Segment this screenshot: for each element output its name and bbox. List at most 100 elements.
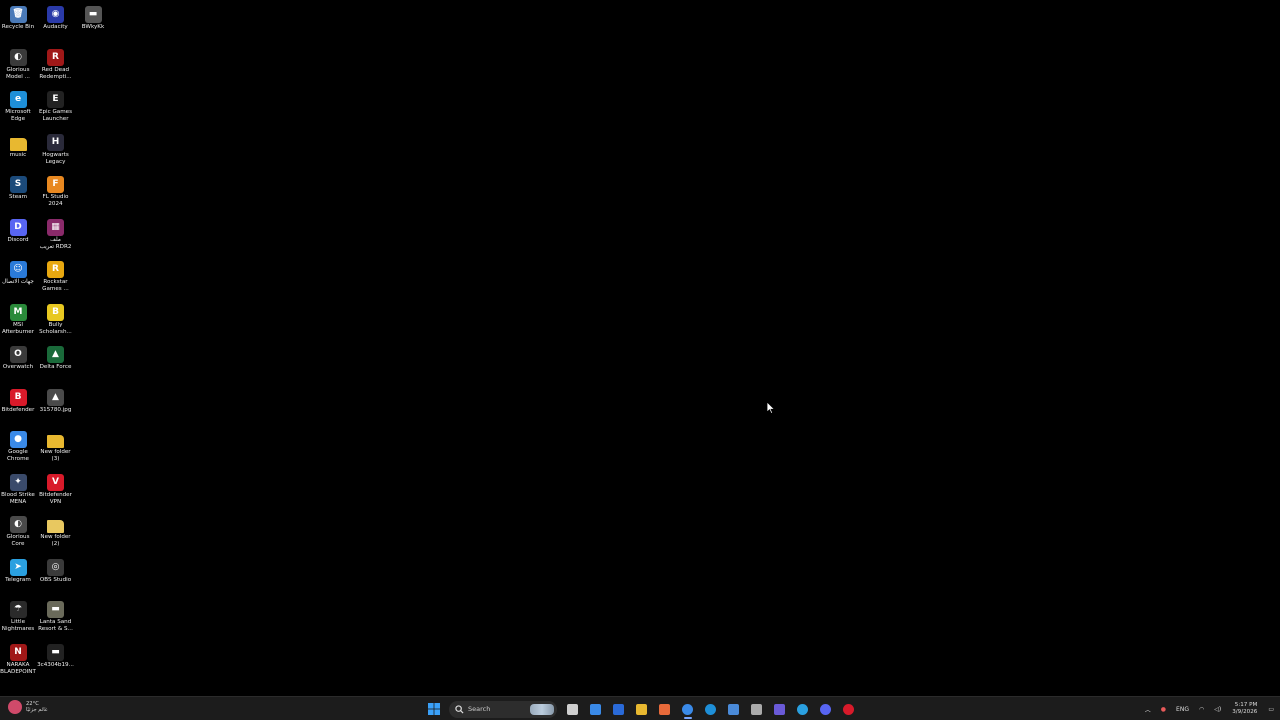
desktop-icon[interactable]: New folder (2) [36,512,76,548]
weather-icon [8,700,22,714]
desktop-icon[interactable]: N NARAKA BLADEPOINT [0,640,38,676]
desktop-icon[interactable]: ◐ Glorious Model ... [0,45,38,81]
desktop-icon[interactable]: ◉ Audacity [36,2,76,31]
taskbar-app-button[interactable] [840,700,858,718]
desktop-icon[interactable]: ☂ Little Nightmares [0,597,38,633]
desktop-icon-label: Hogwarts Legacy [42,151,69,165]
search-icon [455,704,464,714]
desktop-icon[interactable]: ▲ Delta Force [36,342,76,371]
clock[interactable]: 5:17 PM 3/9/2026 [1232,702,1257,716]
desktop-icon[interactable]: 🗑 Recycle Bin [0,2,38,31]
desktop-icon[interactable]: R Rockstar Games ... [36,257,76,293]
steam-icon: S [9,176,27,193]
desktop: 🗑 Recycle Bin ◉ Audacity ▬ BWkyKk ◐ Glorious Mo… [0,0,1280,696]
desktop-icon[interactable]: e Microsoft Edge [0,87,38,123]
desktop-icon[interactable]: ▦ ملف تعريب RDR2 [36,215,76,251]
desktop-icon-label: ملف تعريب RDR2 [39,236,72,250]
taskbar-app-button[interactable] [656,700,674,718]
desktop-icon[interactable]: music [0,130,38,159]
discord-icon: D [9,218,27,236]
taskbar-app-button[interactable] [587,700,605,718]
taskbar-app-button[interactable] [633,700,651,718]
copilot-icon [659,703,670,715]
taskbar-search[interactable]: Search [449,700,557,718]
desktop-icon[interactable]: S Steam [0,172,38,201]
contacts-icon: ☺ [9,261,27,278]
bitdefender-vpn-icon: V [47,473,64,491]
desktop-icon[interactable]: ▬ 3c4304b19... [36,640,76,669]
weather-widget[interactable]: 22°C غائم جزئيًا [8,700,48,714]
microphone-icon[interactable]: ● [1161,706,1166,713]
desktop-icon-label: 3c4304b19... [37,661,74,668]
desktop-icon[interactable]: E Epic Games Launcher [36,87,76,123]
taskbar-app-button[interactable] [725,700,743,718]
system-tray: ︿ ● ENG ◠ ◁) 5:17 PM 3/9/2026 ▭ [1140,699,1274,719]
folder-icon [47,520,64,533]
desktop-icon[interactable]: ◐ Glorious Core [0,512,38,548]
desktop-icon[interactable]: B Bitdefender [0,385,38,414]
taskbar-app-button[interactable] [679,700,697,719]
language-indicator[interactable]: ENG [1176,706,1189,713]
chrome-icon [682,703,693,715]
desktop-icon-label: Red Dead Redempti... [39,66,72,80]
desktop-icon[interactable]: F FL Studio 2024 [36,172,76,208]
jpg-image-icon: ▲ [47,388,64,406]
desktop-icon-label: Lanta Sand Resort & S... [38,619,73,633]
folder-icon [9,137,27,151]
desktop-icon[interactable]: ● Google Chrome [0,427,38,463]
teams-icon [774,703,785,715]
desktop-icon[interactable]: ➤ Telegram [0,555,38,584]
desktop-icon[interactable]: ✦ Blood Strike MENA [0,470,38,506]
bitdefender-icon: B [9,388,27,406]
red-dead-redemption-icon: R [47,48,64,66]
network-icon[interactable]: ◠ [1199,706,1204,713]
taskbar-app-button[interactable] [794,700,812,718]
glorious-core-icon: ◐ [9,516,27,533]
delta-force-icon: ▲ [47,346,64,363]
settings-icon [751,703,762,715]
telegram-icon: ➤ [9,558,27,576]
desktop-icon[interactable]: ▬ BWkyKk [73,2,113,31]
windows-icon [427,703,440,715]
taskbar-app-button[interactable] [610,700,628,718]
weather-condition: غائم جزئيًا [26,707,48,713]
volume-icon[interactable]: ◁) [1214,706,1221,713]
obs-studio-icon: ◎ [47,558,64,576]
desktop-icon[interactable]: H Hogwarts Legacy [36,130,76,166]
desktop-icon-label: New folder (2) [40,534,71,548]
desktop-icon[interactable]: ▲ 315780.jpg [36,385,76,414]
winrar-archive-icon: ▦ [47,218,64,236]
desktop-icon[interactable]: ▬ Lanta Sand Resort & S... [36,597,76,633]
chevron-up-icon[interactable]: ︿ [1145,705,1151,714]
taskbar-app-button[interactable] [702,700,720,718]
taskbar-app-button[interactable] [817,700,835,718]
desktop-icon[interactable]: V Bitdefender VPN [36,470,76,506]
notification-icon[interactable]: ▭ [1268,706,1274,713]
desktop-icon[interactable]: B Bully Scholarsh... [36,300,76,336]
desktop-icon-label: Rockstar Games ... [42,279,69,293]
desktop-icon-label: Delta Force [39,364,72,370]
taskbar: 22°C غائم جزئيًا Search ︿ ● ENG ◠ ◁) 5:1… [0,696,1280,720]
image-file-icon: ▬ [47,601,64,618]
desktop-icon[interactable]: ◎ OBS Studio [36,555,76,584]
desktop-icon[interactable]: D Discord [0,215,38,244]
start-button[interactable] [425,700,443,718]
desktop-icon[interactable]: New folder (3) [36,427,76,463]
desktop-icon[interactable]: ☺ جهات الاتصال [0,257,38,286]
calendar-app-icon [590,703,601,715]
taskbar-center: Search [422,699,860,719]
epic-games-icon: E [47,91,64,108]
desktop-icon-label: FL Studio 2024 [42,194,69,208]
bitdefender-icon [843,703,854,715]
edge-icon [705,703,716,715]
folder-icon [47,435,64,448]
desktop-icon-label: OBS Studio [39,576,72,583]
taskbar-app-button[interactable] [771,700,789,718]
taskbar-app-button[interactable] [564,700,582,718]
audacity-icon: ◉ [47,6,64,23]
desktop-icon[interactable]: R Red Dead Redempti... [36,45,76,81]
desktop-icon[interactable]: O Overwatch [0,342,38,371]
taskbar-app-button[interactable] [748,700,766,718]
desktop-icon[interactable]: M MSI Afterburner [0,300,38,336]
file-explorer-icon [636,703,647,715]
